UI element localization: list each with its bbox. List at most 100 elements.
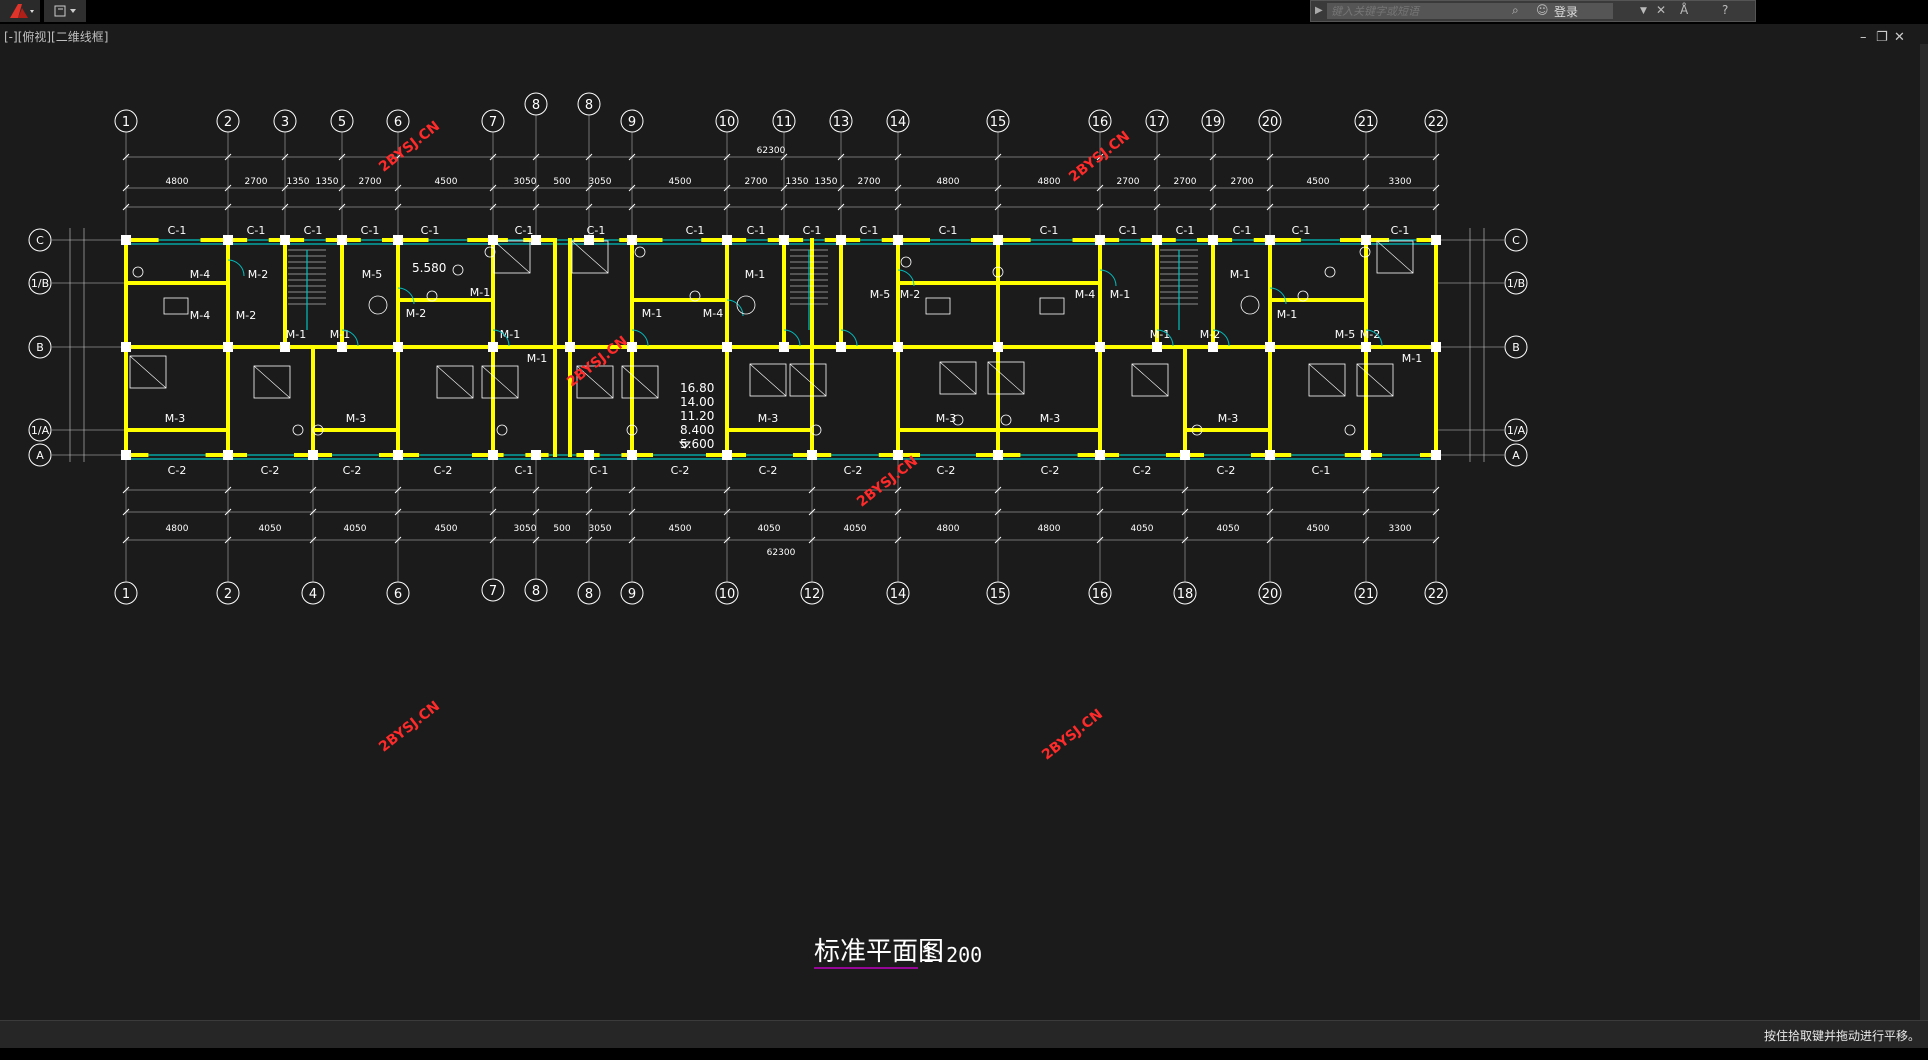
axis-label-top: 13 [833,115,850,130]
column [488,342,498,352]
dimension-text: 3300 [1389,177,1412,187]
quick-access-button[interactable] [44,0,86,22]
column [337,342,347,352]
axis-label-bottom: 22 [1428,587,1445,602]
exchange-icon[interactable]: ✕ [1656,3,1666,17]
door-label: M-4 [703,307,723,320]
column [1095,342,1105,352]
window-label: C-1 [421,224,440,237]
bed-sheet [749,363,787,397]
column [393,450,403,460]
column [893,450,903,460]
axis-label-bottom: 9 [628,587,636,602]
column [1265,342,1275,352]
chevron-down-icon[interactable]: ▼ [1640,6,1647,16]
axis-label-side: 1/A [1507,424,1526,437]
drawing-scale: 1:200 [922,943,982,967]
door-label: M-3 [1218,412,1238,425]
dimension-text: 2700 [1174,177,1197,187]
column [121,450,131,460]
column [836,342,846,352]
column [1180,450,1190,460]
dimension-text: 4800 [166,524,189,534]
axis-label-top: 11 [776,115,793,130]
axis-label-top: 22 [1428,115,1445,130]
watermark-text: 2BYSJ.CN [376,118,443,175]
door-swing [227,259,245,277]
axis-label-top: 15 [990,115,1007,130]
bed-sheet [1376,240,1414,274]
window-label: C-1 [747,224,766,237]
vertical-scrollbar[interactable] [1920,44,1928,1020]
axis-label-side: C [1512,234,1520,247]
window-label: C-1 [1292,224,1311,237]
axis-label-top: 2 [224,115,232,130]
bed-sheet [481,365,519,399]
dimension-text: 3050 [589,524,612,534]
dimension-text: 4500 [1307,177,1330,187]
door-label: M-1 [642,307,662,320]
dimension-text: 4500 [1307,524,1330,534]
binoculars-icon[interactable]: ⌕ [1512,3,1519,18]
bed-sheet [789,363,827,397]
close-icon[interactable]: ✕ [1894,30,1905,45]
window-label: C-1 [515,464,534,477]
dining-table [163,297,189,315]
axis-label-bottom: 20 [1262,587,1279,602]
door-label: M-3 [346,412,366,425]
door-label: M-2 [236,309,256,322]
column [223,342,233,352]
column [121,235,131,245]
drawing-canvas[interactable]: 1 2 3 5 6 78 89 10 11 13 14 15 16 17 19 20 21 221 2 4 6 7 8 8 9 1… [0,44,1928,1020]
axis-label-side: A [1512,449,1520,462]
bed-sheet [987,361,1025,395]
bed-sheet [621,365,659,399]
column [993,342,1003,352]
axis-label-bottom: 6 [394,587,402,602]
fixture [132,266,144,278]
dimension-text: 4500 [669,177,692,187]
autodesk-app-icon[interactable]: Å [1680,3,1688,17]
dimension-text: 1350 [786,177,809,187]
elevation-label: 5.580 [412,261,446,275]
door-label: M-2 [248,268,268,281]
axis-label-bottom: 8 [585,587,593,602]
window-label: C-1 [168,224,187,237]
viewport-controls[interactable]: [-][俯视][二维线框] [4,28,108,45]
door-label: M-2 [1200,328,1220,341]
door-label: M-3 [758,412,778,425]
dimension-text: 4050 [844,524,867,534]
column [627,450,637,460]
window-label: C-2 [1133,464,1152,477]
app-menu-button[interactable] [0,0,40,22]
watermark-text: 2BYSJ.CN [564,333,631,390]
restore-icon[interactable]: ❐ [1876,30,1888,45]
column [488,450,498,460]
axis-label-bottom: 18 [1177,587,1194,602]
column [779,235,789,245]
window-label: C-2 [759,464,778,477]
column [993,450,1003,460]
dimension-text: 1350 [316,177,339,187]
minimize-icon[interactable]: – [1860,30,1867,45]
dimension-text: 2700 [745,177,768,187]
axis-label-bottom: 7 [489,584,497,599]
window-label: C-1 [1040,224,1059,237]
window-label: C-2 [937,464,956,477]
window-label: C-2 [168,464,187,477]
door-label: M-3 [1040,412,1060,425]
axis-label-side: 1/A [31,424,50,437]
login-button[interactable]: 登录 [1554,3,1578,20]
help-icon[interactable]: ? [1722,3,1728,17]
dimension-text: 2700 [359,177,382,187]
window-label: C-1 [686,224,705,237]
window-label: C-1 [587,224,606,237]
column [223,235,233,245]
search-expand-icon[interactable]: ▶ [1315,5,1323,16]
total-dimension: 62300 [767,548,796,558]
fixture [452,264,464,276]
dimension-text: 2700 [1231,177,1254,187]
column [584,450,594,460]
fixture [496,424,508,436]
bed-sheet [129,355,167,389]
